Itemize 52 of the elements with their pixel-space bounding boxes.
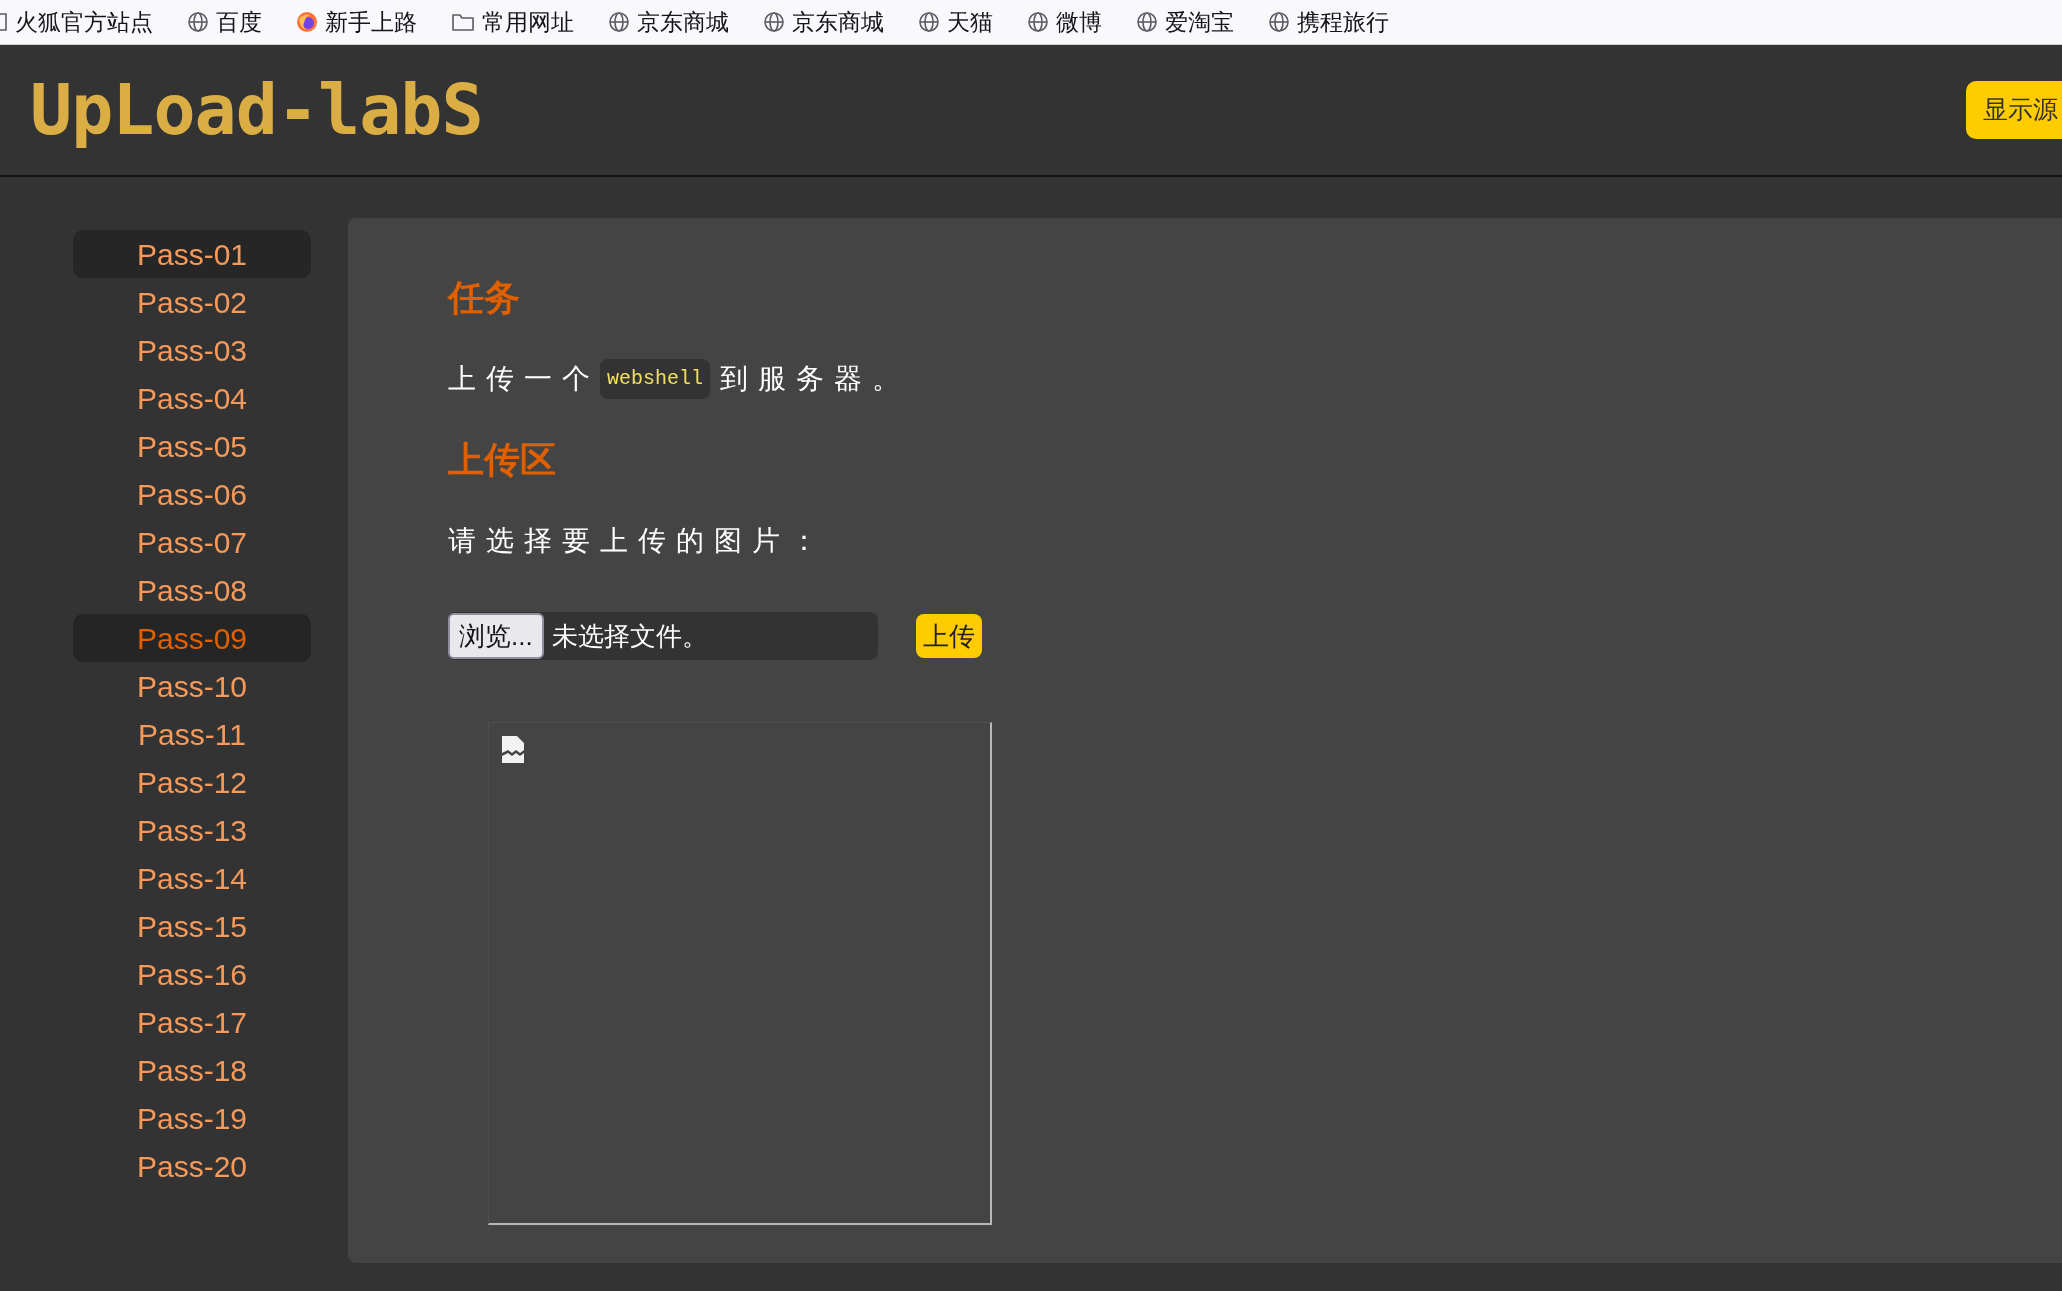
bookmark[interactable]: 爱淘宝 [1136, 4, 1234, 40]
broken-image-icon [501, 735, 527, 764]
globe-icon [918, 11, 940, 33]
section-heading: 任务 [448, 280, 520, 316]
bookmark[interactable]: 火狐官方站点 [0, 4, 153, 40]
bookmark[interactable]: 京东商城 [608, 4, 729, 40]
sidebar-item[interactable]: Pass-13 [73, 806, 311, 854]
sidebar-item[interactable]: Pass-18 [73, 1046, 311, 1094]
bookmark[interactable]: 常用网址 [451, 4, 574, 40]
bookmark[interactable]: 京东商城 [763, 4, 884, 40]
globe-icon [1268, 11, 1290, 33]
sidebar-item[interactable]: Pass-08 [73, 566, 311, 614]
code-snippet: webshell [600, 359, 710, 399]
browse-button[interactable]: 浏览... [448, 613, 544, 659]
globe-icon [1136, 11, 1158, 33]
task-text: 上传一个 [448, 362, 600, 396]
file-status: 未选择文件。 [551, 619, 708, 653]
sidebar-item[interactable]: Pass-02 [73, 278, 311, 326]
sidebar-item[interactable]: Pass-20 [73, 1142, 311, 1190]
sidebar-item[interactable]: Pass-05 [73, 422, 311, 470]
sidebar-item[interactable]: Pass-03 [73, 326, 311, 374]
sidebar-item[interactable]: Pass-01 [73, 230, 311, 278]
sidebar-item[interactable]: Pass-17 [73, 998, 311, 1046]
sidebar-item[interactable]: Pass-12 [73, 758, 311, 806]
fox-globe-icon [296, 11, 318, 33]
sidebar-item[interactable]: Pass-11 [73, 710, 311, 758]
sidebar-item[interactable]: Pass-15 [73, 902, 311, 950]
bookmark[interactable]: 携程旅行 [1268, 4, 1389, 40]
globe-icon [187, 11, 209, 33]
folder-icon [451, 11, 475, 33]
sidebar-item[interactable]: Pass-16 [73, 950, 311, 998]
task-text: 到服务器。 [720, 362, 910, 396]
show-source-button[interactable]: 显示源 [1966, 81, 2062, 139]
bookmark[interactable]: 天猫 [918, 4, 993, 40]
bookmark[interactable]: 百度 [187, 4, 262, 40]
sidebar-item[interactable]: Pass-07 [73, 518, 311, 566]
bookmark[interactable]: 新手上路 [296, 4, 417, 40]
section-heading: 上传区 [448, 442, 556, 478]
sidebar-item[interactable]: Pass-10 [73, 662, 311, 710]
bookmark[interactable]: 微博 [1027, 4, 1102, 40]
file-input[interactable]: 浏览... 未选择文件。 [448, 612, 878, 660]
sidebar-item[interactable]: Pass-09 [73, 614, 311, 662]
upload-prompt: 请选择要上传的图片： [448, 524, 828, 558]
sidebar-item[interactable]: Pass-14 [73, 854, 311, 902]
upload-button[interactable]: 上传 [916, 614, 982, 658]
sidebar-item[interactable]: Pass-19 [73, 1094, 311, 1142]
globe-icon [763, 11, 785, 33]
globe-icon [1027, 11, 1049, 33]
page-icon [0, 11, 8, 33]
sidebar-item[interactable]: Pass-06 [73, 470, 311, 518]
globe-icon [608, 11, 630, 33]
sidebar-item[interactable]: Pass-04 [73, 374, 311, 422]
